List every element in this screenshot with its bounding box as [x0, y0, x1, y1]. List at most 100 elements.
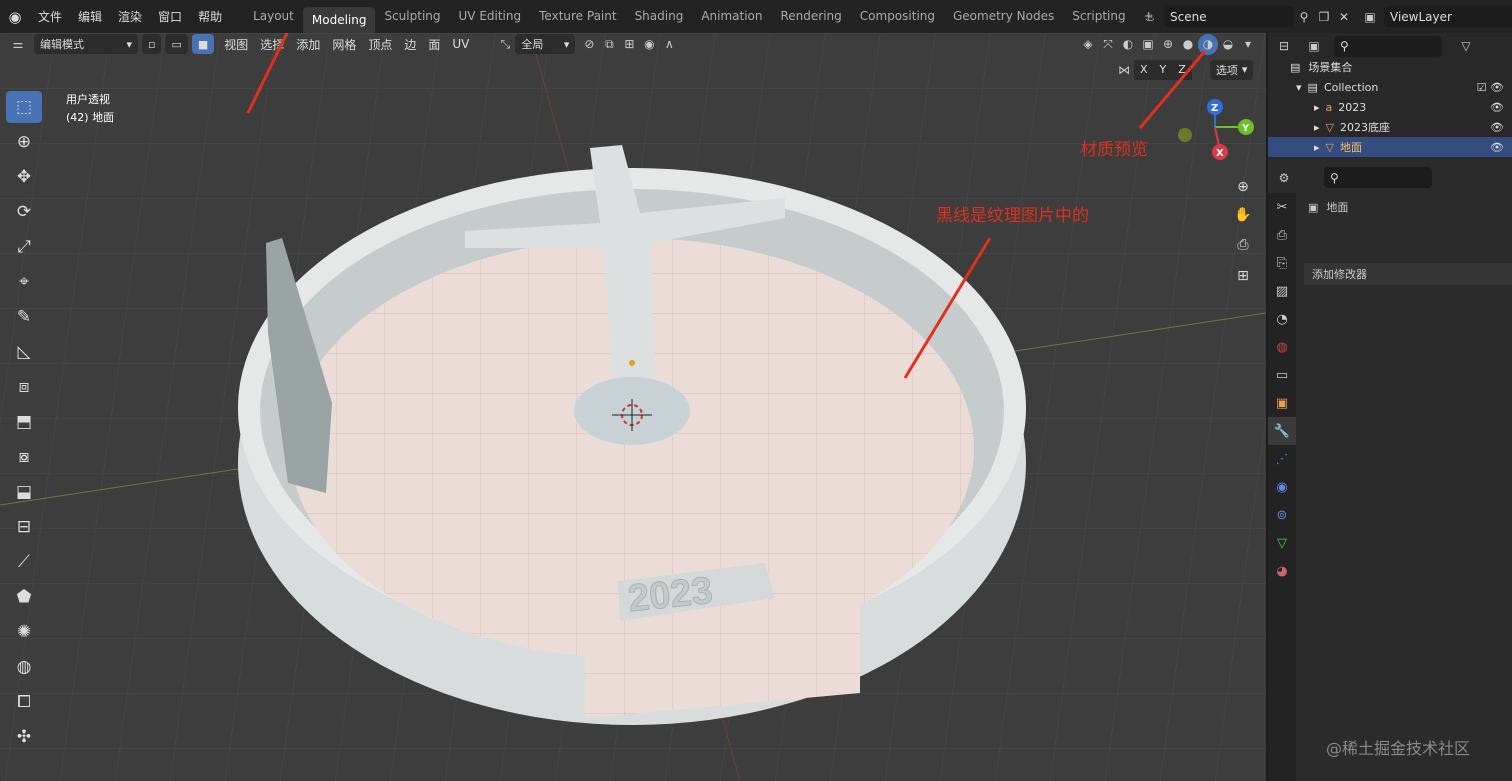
pin-icon[interactable]: ⚲ — [1294, 6, 1314, 27]
menu-view[interactable]: 视图 — [218, 36, 254, 53]
perspective-grid-icon[interactable]: ⊞ — [1231, 264, 1255, 288]
collection-checkbox[interactable]: ☑ 👁 — [1477, 81, 1504, 94]
editor-type-icon[interactable]: ⚌ — [8, 34, 28, 55]
gizmo-neg-y-axis[interactable] — [1178, 128, 1192, 142]
pivot-icon[interactable]: ⊘ — [579, 34, 599, 55]
snap-target-icon[interactable]: ⊞ — [619, 34, 639, 55]
knife-tool-icon[interactable]: ⟋ — [6, 546, 42, 578]
modifier-tab-icon[interactable]: 🔧 — [1268, 417, 1296, 445]
tab-sculpting[interactable]: Sculpting — [375, 0, 449, 33]
visibility-icon[interactable]: 👁 — [1490, 141, 1504, 154]
add-cube-tool-icon[interactable]: ⧈ — [6, 371, 42, 403]
3d-viewport[interactable]: 2023 ⚌ 编辑模式 ▾ ▫ ▭ ■ 视图 选择 添加 网格 顶点 边 面 UV… — [0, 33, 1266, 781]
rotate-tool-icon[interactable]: ⟳ — [6, 196, 42, 228]
axis-z-toggle[interactable]: Z — [1172, 59, 1192, 80]
navigation-gizmo[interactable]: Z Y X — [1170, 95, 1260, 167]
view-layer-tab-icon[interactable]: ▨ — [1268, 277, 1296, 305]
spin-tool-icon[interactable]: ✺ — [6, 616, 42, 648]
shading-options-icon[interactable]: ▾ — [1238, 34, 1258, 55]
snap-icon[interactable]: ⧉ — [599, 34, 619, 55]
scale-tool-icon[interactable]: ⤢ — [6, 231, 42, 263]
visibility-icon[interactable]: 👁 — [1490, 101, 1504, 114]
output-tab-icon[interactable]: ⎘ — [1268, 249, 1296, 277]
tab-uv-editing[interactable]: UV Editing — [450, 0, 531, 33]
axis-y-toggle[interactable]: Y — [1153, 59, 1173, 80]
tab-modeling[interactable]: Modeling — [302, 7, 376, 33]
tool-tab-icon[interactable]: ✂ — [1268, 193, 1296, 221]
menu-edit[interactable]: 编辑 — [70, 8, 110, 25]
axis-x-toggle[interactable]: X — [1134, 59, 1154, 80]
menu-select[interactable]: 选择 — [254, 36, 290, 53]
tab-scripting[interactable]: Scripting — [1063, 0, 1134, 33]
tab-shading[interactable]: Shading — [626, 0, 693, 33]
pan-hand-icon[interactable]: ✋ — [1231, 203, 1255, 227]
rendered-shading-icon[interactable]: ◒ — [1218, 34, 1238, 55]
new-scene-icon[interactable]: ❐ — [1314, 6, 1334, 27]
blender-logo-icon[interactable]: ◉ — [0, 0, 30, 33]
menu-uv[interactable]: UV — [446, 37, 475, 51]
proportional-editing-icon[interactable]: ◉ — [639, 34, 659, 55]
edge-slide-tool-icon[interactable]: ⧠ — [6, 686, 42, 718]
add-modifier-button[interactable]: 添加修改器 — [1304, 263, 1512, 285]
view-layer-icon[interactable]: ▣ — [1360, 6, 1380, 27]
tab-animation[interactable]: Animation — [692, 0, 771, 33]
filter-icon[interactable]: ▽ — [1456, 36, 1476, 57]
outliner-scene-collection[interactable]: ▤ 场景集合 — [1268, 57, 1512, 77]
select-box-tool-icon[interactable]: ⬚ — [6, 91, 42, 123]
scene-tab-icon[interactable]: ◔ — [1268, 305, 1296, 333]
options-dropdown[interactable]: 选项 ▾ — [1209, 59, 1254, 80]
menu-edge[interactable]: 边 — [398, 36, 422, 53]
tab-texture-paint[interactable]: Texture Paint — [530, 0, 625, 33]
cursor-tool-icon[interactable]: ⊕ — [6, 126, 42, 158]
outliner-collection[interactable]: ▾ ▤ Collection ☑ 👁 — [1268, 77, 1512, 97]
extrude-tool-icon[interactable]: ⬒ — [6, 406, 42, 438]
transform-orientation-dropdown[interactable]: 全局 ▾ — [515, 34, 576, 54]
properties-editor-icon[interactable]: ⚙ — [1274, 167, 1294, 188]
physics-tab-icon[interactable]: ◉ — [1268, 473, 1296, 501]
transform-orientation-icon[interactable]: ⤡ — [495, 34, 515, 55]
annotate-tool-icon[interactable]: ✎ — [6, 301, 42, 333]
loop-cut-tool-icon[interactable]: ⊟ — [6, 511, 42, 543]
collection-tab-icon[interactable]: ▭ — [1268, 361, 1296, 389]
outliner-item[interactable]: ▸ a 2023 👁 — [1268, 97, 1512, 117]
move-tool-icon[interactable]: ✥ — [6, 161, 42, 193]
vertex-select-button[interactable]: ▫ — [142, 34, 162, 54]
outliner-editor-icon[interactable]: ⊟ — [1274, 36, 1294, 57]
transform-tool-icon[interactable]: ⌖ — [6, 266, 42, 298]
solid-shading-icon[interactable]: ● — [1178, 34, 1198, 55]
properties-search-input[interactable]: ⚲ — [1324, 167, 1432, 188]
falloff-icon[interactable]: ∧ — [659, 34, 679, 55]
menu-help[interactable]: 帮助 — [190, 8, 230, 25]
menu-add[interactable]: 添加 — [290, 36, 326, 53]
bevel-tool-icon[interactable]: ⬓ — [6, 476, 42, 508]
world-tab-icon[interactable]: ◍ — [1268, 333, 1296, 361]
menu-window[interactable]: 窗口 — [150, 8, 190, 25]
tab-compositing[interactable]: Compositing — [851, 0, 944, 33]
expand-icon[interactable]: ▸ — [1314, 101, 1320, 114]
object-tab-icon[interactable]: ▣ — [1268, 389, 1296, 417]
gizmo-icon[interactable]: ⤧ — [1098, 34, 1118, 55]
overlay-icon[interactable]: ◐ — [1118, 34, 1138, 55]
constraints-tab-icon[interactable]: ⊚ — [1268, 501, 1296, 529]
zoom-icon[interactable]: ⊕ — [1231, 175, 1255, 199]
render-tab-icon[interactable]: ⎙ — [1268, 221, 1296, 249]
mirror-icon[interactable]: ⋈ — [1114, 59, 1134, 80]
expand-icon[interactable]: ▸ — [1314, 141, 1320, 154]
menu-render[interactable]: 渲染 — [110, 8, 150, 25]
shrink-fatten-tool-icon[interactable]: ✣ — [6, 721, 42, 753]
expand-icon[interactable]: ▾ — [1296, 81, 1302, 94]
poly-build-tool-icon[interactable]: ⬟ — [6, 581, 42, 613]
data-tab-icon[interactable]: ▽ — [1268, 529, 1296, 557]
close-scene-icon[interactable]: ✕ — [1334, 6, 1354, 27]
tab-layout[interactable]: Layout — [244, 0, 303, 33]
smooth-tool-icon[interactable]: ◍ — [6, 651, 42, 683]
tab-rendering[interactable]: Rendering — [772, 0, 851, 33]
expand-icon[interactable]: ▸ — [1314, 121, 1320, 134]
menu-mesh[interactable]: 网格 — [326, 36, 362, 53]
particles-tab-icon[interactable]: ⋰ — [1268, 445, 1296, 473]
face-select-button[interactable]: ■ — [191, 34, 215, 54]
outliner-item-selected[interactable]: ▸ ▽ 地面 👁 — [1268, 137, 1512, 157]
material-preview-shading-icon[interactable]: ◑ — [1198, 33, 1218, 55]
mode-selector[interactable]: 编辑模式 ▾ — [34, 34, 138, 54]
inset-tool-icon[interactable]: ⧇ — [6, 441, 42, 473]
